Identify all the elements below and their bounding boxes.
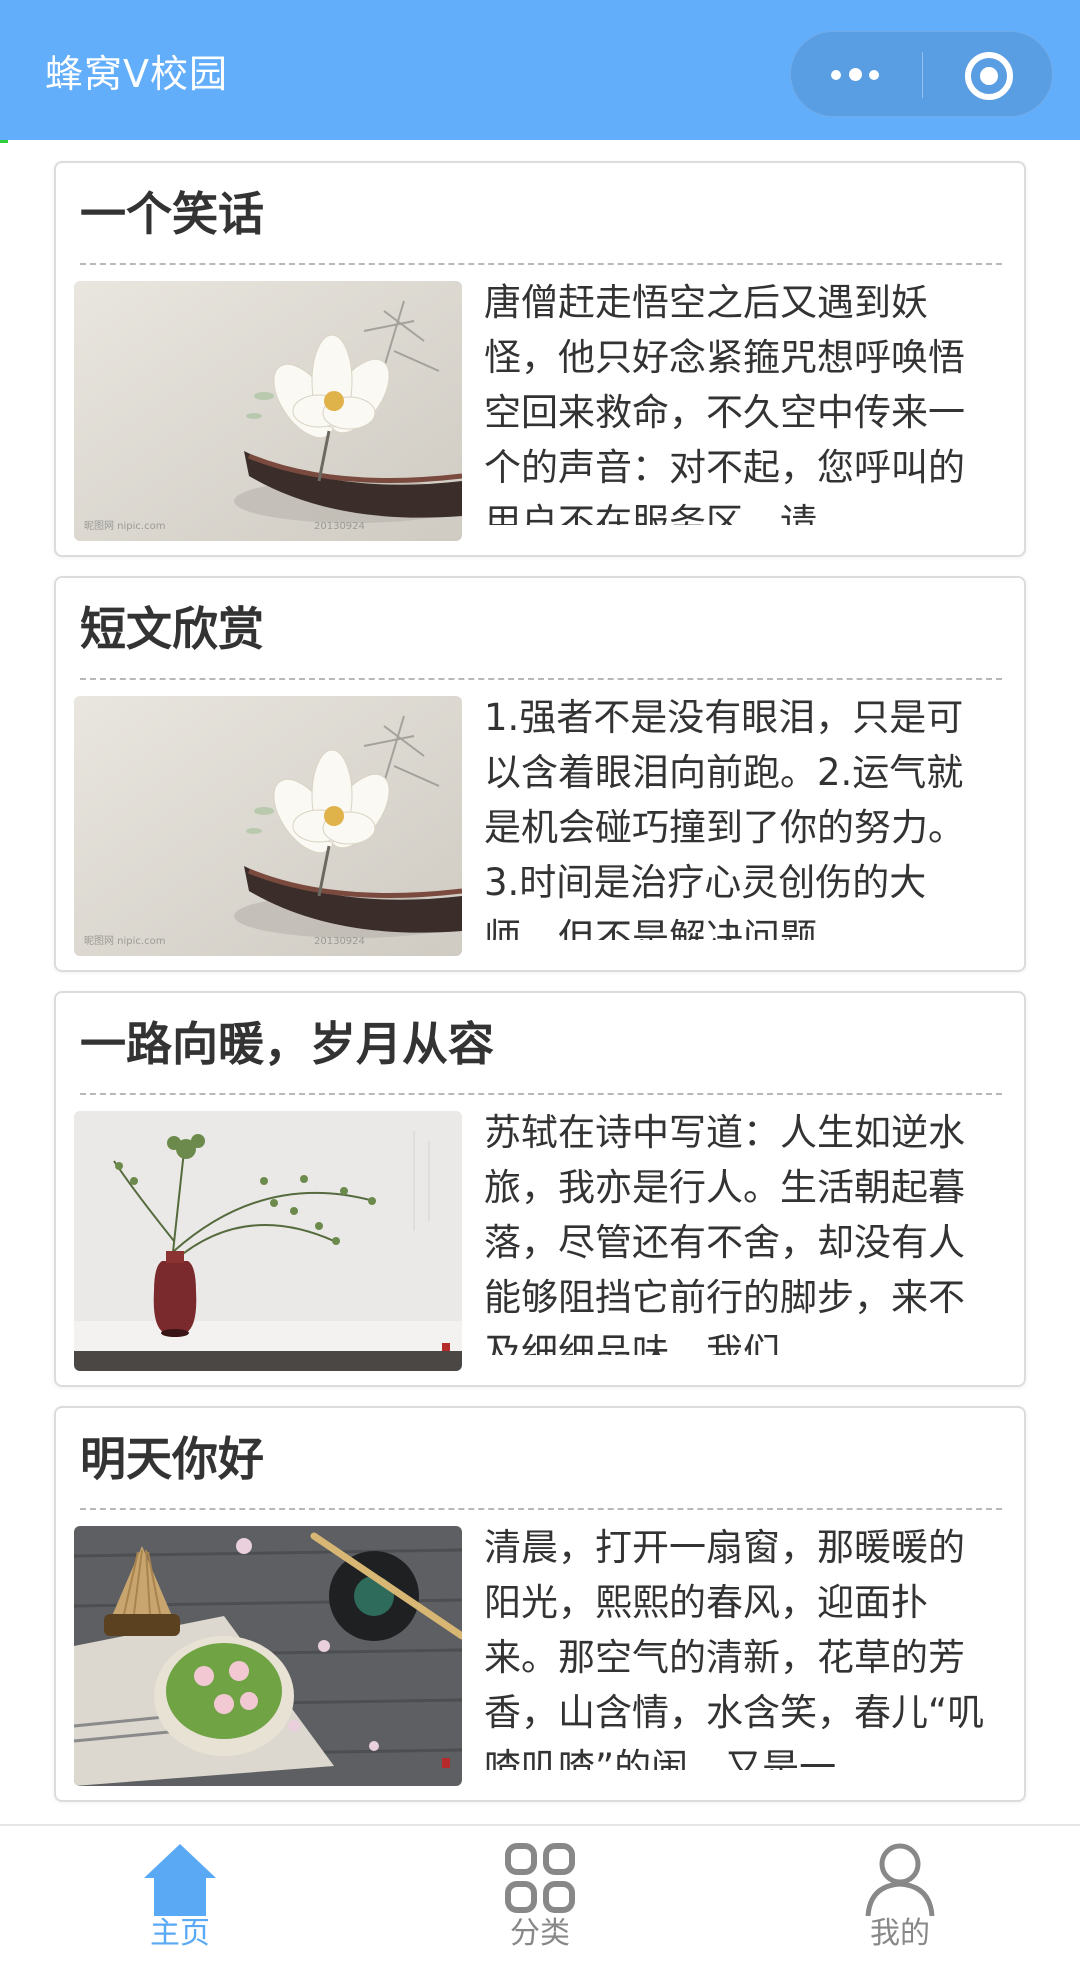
dashed-divider bbox=[80, 1093, 1002, 1095]
svg-text:昵图网 nipic.com: 昵图网 nipic.com bbox=[84, 935, 165, 947]
tab-label: 我的 bbox=[870, 1916, 930, 1951]
article-card[interactable]: 短文欣赏 昵图网 nipic.com 20130924 1.强者不是没有眼泪，只… bbox=[54, 576, 1026, 972]
more-button[interactable] bbox=[791, 32, 922, 118]
tab-mine[interactable]: 我的 bbox=[720, 1826, 1080, 1970]
dashed-divider bbox=[80, 1508, 1002, 1510]
svg-text:20130924: 20130924 bbox=[314, 936, 365, 947]
article-title: 短文欣赏 bbox=[80, 602, 264, 656]
article-title: 明天你好 bbox=[80, 1432, 264, 1486]
article-title: 一个笑话 bbox=[80, 187, 264, 241]
article-summary: 1.强者不是没有眼泪，只是可以含着眼泪向前跑。2.运气就是机会碰巧撞到了你的努力… bbox=[484, 696, 965, 940]
article-summary: 清晨，打开一扇窗，那暖暖的阳光，熙熙的春风，迎面扑来。那空气的清新，花草的芳香，… bbox=[484, 1526, 985, 1770]
tab-bar: 主页 分类 我的 bbox=[0, 1824, 1080, 1968]
svg-text:昵图网 nipic.com: 昵图网 nipic.com bbox=[84, 520, 165, 532]
article-thumbnail-matcha[interactable] bbox=[74, 1526, 462, 1786]
article-card[interactable]: 明天你好 清晨，打开一扇窗，那暖暖的阳光，熙熙的春风，迎面扑来。那空气的清新，花… bbox=[54, 1406, 1026, 1802]
article-thumbnail-lotus-boat[interactable]: 昵图网 nipic.com 20130924 bbox=[74, 281, 462, 541]
article-summary: 唐僧赶走悟空之后又遇到妖怪，他只好念紧箍咒想呼唤悟空回来救命，不久空中传来一个的… bbox=[484, 281, 965, 525]
article-thumbnail-lotus-boat[interactable]: 昵图网 nipic.com 20130924 bbox=[74, 696, 462, 956]
user-icon bbox=[865, 1843, 935, 1917]
tab-category[interactable]: 分类 bbox=[360, 1826, 720, 1970]
app-title: 蜂窝V校园 bbox=[45, 52, 228, 96]
grid-icon bbox=[505, 1843, 575, 1913]
article-list[interactable]: 一个笑话 昵图网 nipic.com 20130924 唐僧赶走悟空之后又遇到妖… bbox=[0, 140, 1080, 1824]
article-card[interactable]: 一路向暖，岁月从容 苏轼在诗中写道：人生如逆水旅，我亦是行人。生活朝起暮落，尽管… bbox=[54, 991, 1026, 1387]
target-circle-icon bbox=[965, 52, 1013, 100]
close-button[interactable] bbox=[923, 32, 1054, 118]
svg-text:20130924: 20130924 bbox=[314, 521, 365, 532]
dashed-divider bbox=[80, 263, 1002, 265]
dashed-divider bbox=[80, 678, 1002, 680]
article-summary: 苏轼在诗中写道：人生如逆水旅，我亦是行人。生活朝起暮落，尽管还有不舍，却没有人能… bbox=[484, 1111, 965, 1355]
nav-bar: 蜂窝V校园 bbox=[0, 0, 1080, 140]
tab-label: 分类 bbox=[510, 1916, 570, 1951]
tab-home[interactable]: 主页 bbox=[0, 1826, 360, 1970]
home-icon bbox=[144, 1844, 216, 1916]
article-title: 一路向暖，岁月从容 bbox=[80, 1017, 494, 1071]
capsule-menu bbox=[790, 31, 1053, 117]
article-card[interactable]: 一个笑话 昵图网 nipic.com 20130924 唐僧赶走悟空之后又遇到妖… bbox=[54, 161, 1026, 557]
tab-label: 主页 bbox=[150, 1916, 210, 1951]
article-thumbnail-vase[interactable] bbox=[74, 1111, 462, 1371]
more-dots-icon bbox=[831, 67, 887, 83]
